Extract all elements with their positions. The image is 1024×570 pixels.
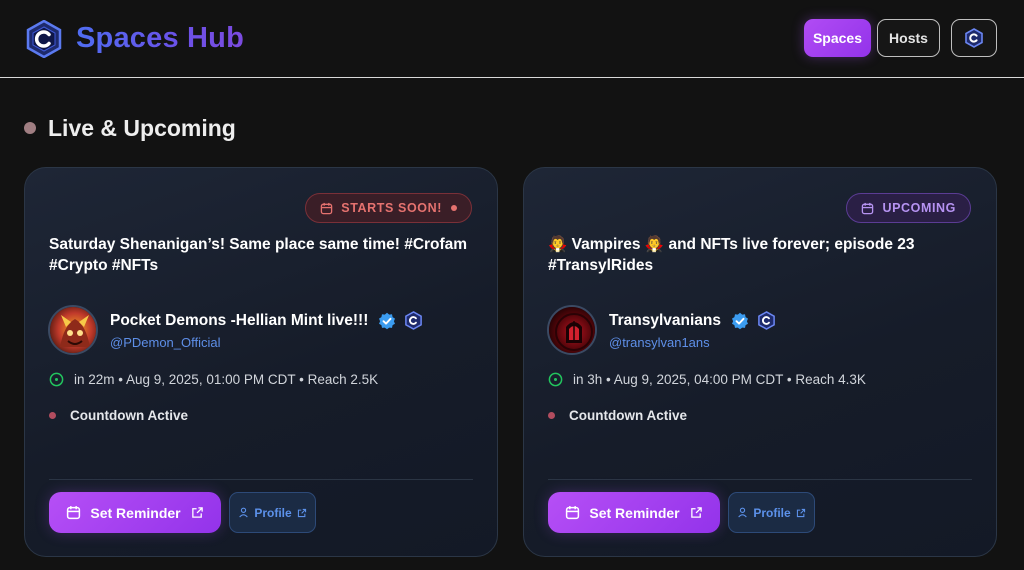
profile-button[interactable]: Profile [229,492,316,533]
external-link-icon [796,508,805,517]
verified-badge-icon [732,312,749,329]
countdown-status-label: Countdown Active [569,408,687,423]
status-badge: STARTS SOON! [305,193,472,223]
avatar[interactable] [547,305,597,355]
space-title[interactable]: 🧛 Vampires 🧛 and NFTs live forever; epis… [548,234,978,276]
hexagon-c-logo-icon [965,28,983,48]
section-title: Live & Upcoming [48,115,236,141]
host-name-label: Transylvanians [609,311,722,329]
external-link-icon [690,507,702,518]
set-reminder-button[interactable]: Set Reminder [49,492,221,533]
section-indicator-dot [24,122,36,134]
clock-icon [49,372,64,387]
external-link-icon [191,507,203,518]
host-name[interactable]: Pocket Demons -Hellian Mint live!!! [110,311,423,330]
countdown-status-label: Countdown Active [70,408,188,423]
profile-button[interactable]: Profile [728,492,815,533]
status-dot-icon [49,412,56,419]
hexagon-c-logo-icon [758,311,775,330]
hexagon-c-logo-icon[interactable] [25,20,63,58]
set-reminder-button[interactable]: Set Reminder [548,492,720,533]
hexagon-c-logo-icon [405,311,423,330]
space-card: STARTS SOON! Saturday Shenanigan’s! Same… [24,167,498,557]
card-divider [49,479,473,480]
app-title: Spaces Hub [76,22,244,54]
set-reminder-label: Set Reminder [90,504,181,521]
status-badge: UPCOMING [846,193,971,223]
space-title[interactable]: Saturday Shenanigan’s! Same place same t… [49,234,479,276]
user-icon [239,507,249,518]
calendar-icon [321,202,333,214]
calendar-icon [67,506,81,520]
countdown-status: Countdown Active [49,408,188,423]
avatar[interactable] [48,305,98,355]
schedule-info: in 3h • Aug 9, 2025, 04:00 PM CDT • Reac… [548,372,866,387]
host-handle[interactable]: @PDemon_Official [110,335,221,350]
status-badge-label: UPCOMING [882,201,956,215]
host-name[interactable]: Transylvanians [609,311,776,330]
card-divider [548,479,972,480]
live-dot-icon [451,205,457,211]
schedule-text: in 3h • Aug 9, 2025, 04:00 PM CDT • Reac… [573,372,866,387]
space-card: UPCOMING 🧛 Vampires 🧛 and NFTs live fore… [523,167,997,557]
account-button[interactable] [951,19,997,57]
schedule-text: in 22m • Aug 9, 2025, 01:00 PM CDT • Rea… [74,372,379,387]
status-badge-label: STARTS SOON! [341,201,442,215]
host-handle[interactable]: @transylvan1ans [609,335,710,350]
profile-label: Profile [254,505,292,520]
clock-icon [548,372,563,387]
user-icon [738,507,748,518]
calendar-icon [862,202,874,214]
external-link-icon [297,508,306,517]
status-dot-icon [548,412,555,419]
verified-badge-icon [379,312,396,329]
nav-hosts-button[interactable]: Hosts [877,19,940,57]
calendar-icon [566,506,580,520]
set-reminder-label: Set Reminder [589,504,680,521]
app-header: Spaces Hub Spaces Hosts [0,0,1024,78]
schedule-info: in 22m • Aug 9, 2025, 01:00 PM CDT • Rea… [49,372,378,387]
nav-spaces-button[interactable]: Spaces [804,19,871,57]
profile-label: Profile [753,505,791,520]
host-name-label: Pocket Demons -Hellian Mint live!!! [110,311,369,329]
countdown-status: Countdown Active [548,408,687,423]
